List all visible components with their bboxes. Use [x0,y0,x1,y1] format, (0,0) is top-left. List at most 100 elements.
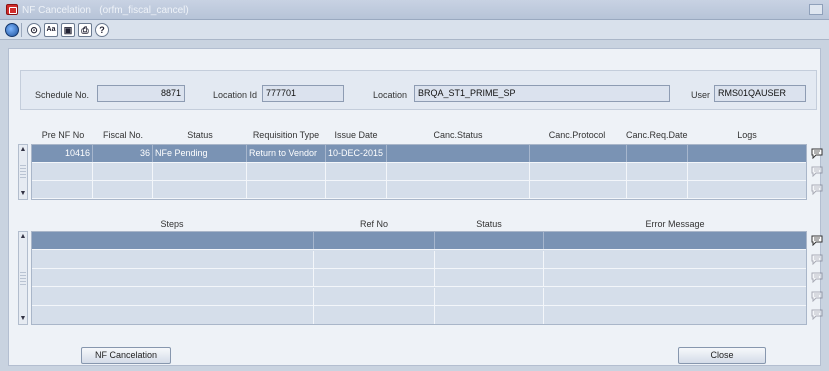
scroll-down-icon[interactable]: ▼ [19,314,27,324]
step-status-cell[interactable] [435,269,544,286]
col-fiscal-no: Fiscal No. [102,130,143,140]
issue-date-cell[interactable] [326,163,387,180]
log-comment-icon[interactable] [811,184,823,195]
canc-status-cell[interactable] [387,181,530,198]
scroll-up-icon[interactable]: ▲ [19,145,27,155]
nf-cancelation-button[interactable]: NF Cancelation [81,347,171,364]
window-title: NF Cancelation (orfm_fiscal_cancel) [22,5,189,16]
step-status-cell[interactable] [435,306,544,324]
canc-req-date-cell[interactable] [627,163,688,180]
col-requisition-type: Requisition Type [252,130,320,140]
toolbar: ⊙ Aa ▣ ⎙ ? [0,20,829,40]
requisition-type-cell[interactable] [247,181,326,198]
steps-cell[interactable] [32,232,314,249]
location-label: Location [373,90,408,100]
ref-no-cell[interactable] [314,269,435,286]
canc-protocol-cell[interactable] [530,163,627,180]
location-id-label: Location Id [213,90,258,100]
action-icon[interactable]: ⊙ [27,23,41,37]
step-status-cell[interactable] [435,232,544,249]
ref-no-cell[interactable] [314,250,435,268]
pre-nf-no-cell[interactable] [32,163,93,180]
user-label: User [691,90,711,100]
step-status-cell[interactable] [435,287,544,305]
fiscal-no-cell[interactable]: 36 [93,145,153,162]
user-field[interactable]: RMS01QAUSER [714,85,806,102]
copy-icon[interactable]: ▣ [61,23,75,37]
steps-cell[interactable] [32,250,314,268]
table-row[interactable] [32,250,823,269]
fiscal-no-cell[interactable] [93,181,153,198]
ref-no-cell[interactable] [314,232,435,249]
toolbar-separator [21,23,22,37]
col-canc-req-date: Canc.Req.Date [626,130,688,140]
col-issue-date: Issue Date [334,130,378,140]
col-logs: Logs [737,130,757,140]
status-cell[interactable] [153,163,247,180]
status-cell[interactable]: NFe Pending [153,145,247,162]
schedule-no-field[interactable]: 8871 [97,85,185,102]
table-row[interactable] [32,163,823,181]
comment-icon[interactable] [811,291,823,302]
canc-req-date-cell[interactable] [627,181,688,198]
issue-date-cell[interactable] [326,181,387,198]
close-button[interactable]: Close [678,347,766,364]
ref-no-cell[interactable] [314,287,435,305]
col-ref-no: Ref No [359,219,388,229]
steps-cell[interactable] [32,306,314,324]
comment-icon[interactable] [811,235,823,246]
status-cell[interactable] [153,181,247,198]
canc-req-date-cell[interactable] [627,145,688,162]
table-row[interactable] [32,181,823,199]
schedule-label: Schedule No. [35,90,90,100]
canc-status-cell[interactable] [387,163,530,180]
error-message-cell[interactable] [544,232,806,249]
nf-table: 10416 36 NFe Pending Return to Vendor 10… [31,144,823,200]
col-step-status: Status [476,219,502,229]
canc-protocol-cell[interactable] [530,145,627,162]
logs-cell[interactable] [688,145,806,162]
canc-protocol-cell[interactable] [530,181,627,198]
col-pre-nf-no: Pre NF No [41,130,85,140]
table-row[interactable] [32,287,823,306]
step-status-cell[interactable] [435,250,544,268]
issue-date-cell[interactable]: 10-DEC-2015 [326,145,387,162]
title-bar: NF Cancelation (orfm_fiscal_cancel) [0,0,829,20]
scroll-down-icon[interactable]: ▼ [19,189,27,199]
requisition-type-cell[interactable]: Return to Vendor [247,145,326,162]
pre-nf-no-cell[interactable]: 10416 [32,145,93,162]
col-status: Status [187,130,213,140]
location-id-field[interactable]: 777701 [262,85,344,102]
print-icon[interactable]: ⎙ [78,23,92,37]
scroll-thumb[interactable] [20,165,26,179]
scroll-up-icon[interactable]: ▲ [19,232,27,242]
comment-icon[interactable] [811,272,823,283]
globe-icon[interactable] [5,23,19,37]
nf-table-scrollbar[interactable]: ▲ ▼ [18,144,28,200]
log-comment-icon[interactable] [811,148,823,159]
canc-status-cell[interactable] [387,145,530,162]
steps-cell[interactable] [32,287,314,305]
table-row[interactable] [32,232,823,250]
scroll-thumb[interactable] [20,272,26,286]
col-canc-status: Canc.Status [433,130,483,140]
ref-no-cell[interactable] [314,306,435,324]
location-field[interactable]: BRQA_ST1_PRIME_SP [414,85,670,102]
table-row[interactable] [32,269,823,287]
steps-cell[interactable] [32,269,314,286]
comment-icon[interactable] [811,254,823,265]
col-canc-protocol: Canc.Protocol [548,130,606,140]
log-comment-icon[interactable] [811,166,823,177]
comment-icon[interactable] [811,309,823,320]
steps-table-scrollbar[interactable]: ▲ ▼ [18,231,28,325]
table-row[interactable]: 10416 36 NFe Pending Return to Vendor 10… [32,145,823,163]
table-row[interactable] [32,306,823,324]
fiscal-no-cell[interactable] [93,163,153,180]
help-icon[interactable]: ? [95,23,109,37]
steps-table [31,231,823,325]
requisition-type-cell[interactable] [247,163,326,180]
pre-nf-no-cell[interactable] [32,181,93,198]
spellcheck-icon[interactable]: Aa [44,23,58,37]
window-controls-button[interactable] [809,4,823,15]
app-logo-icon [6,4,18,15]
